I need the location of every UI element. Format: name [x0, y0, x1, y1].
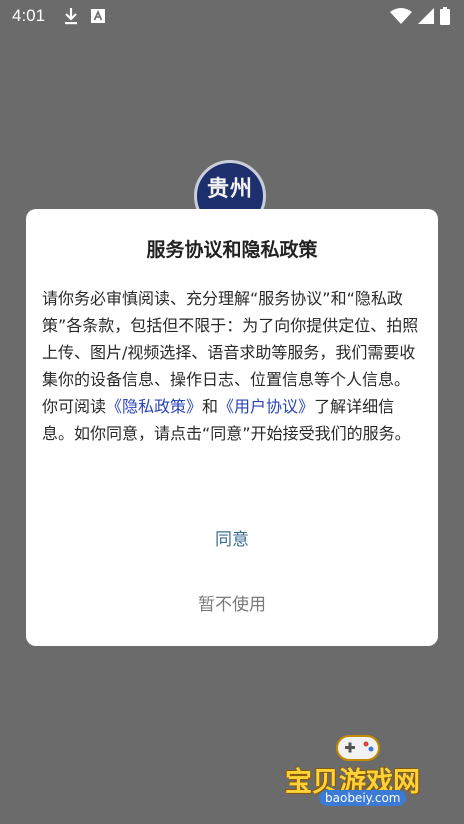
privacy-dialog: 服务协议和隐私政策 请你务必审慎阅读、充分理解“服务协议”和“隐私政策”各条款，… [26, 209, 438, 646]
dialog-body-paragraph-1: 请你务必审慎阅读、充分理解“服务协议”和“隐私政策”各条款，包括但不限于：为了向… [42, 289, 419, 389]
dialog-body: 请你务必审慎阅读、充分理解“服务协议”和“隐私政策”各条款，包括但不限于：为了向… [42, 285, 422, 447]
user-agreement-link[interactable]: 《用户协议》 [218, 397, 314, 416]
dialog-body-paragraph-2: 你可阅读《隐私政策》和《用户协议》了解详细信息。如你同意，请点击“同意”开始接受… [42, 393, 422, 447]
gamepad-icon [336, 735, 380, 761]
and-text: 和 [202, 397, 219, 416]
privacy-policy-link[interactable]: 《隐私政策》 [106, 397, 202, 416]
watermark: 宝贝游戏网 baobeiy.com [285, 730, 455, 814]
watermark-url: baobeiy.com [319, 790, 407, 806]
font-icon [91, 9, 106, 23]
battery-icon [440, 7, 450, 25]
status-time: 4:01 [12, 6, 46, 25]
decline-button[interactable]: 暂不使用 [26, 582, 438, 622]
status-bar: 4:01 [0, 0, 464, 32]
signal-icon [418, 8, 434, 24]
agree-button[interactable]: 同意 [26, 517, 438, 557]
dialog-title: 服务协议和隐私政策 [146, 239, 318, 261]
download-icon [65, 8, 78, 25]
body-prefix: 你可阅读 [42, 397, 107, 416]
wifi-icon [390, 8, 412, 24]
logo-text: 贵州 [206, 177, 253, 202]
